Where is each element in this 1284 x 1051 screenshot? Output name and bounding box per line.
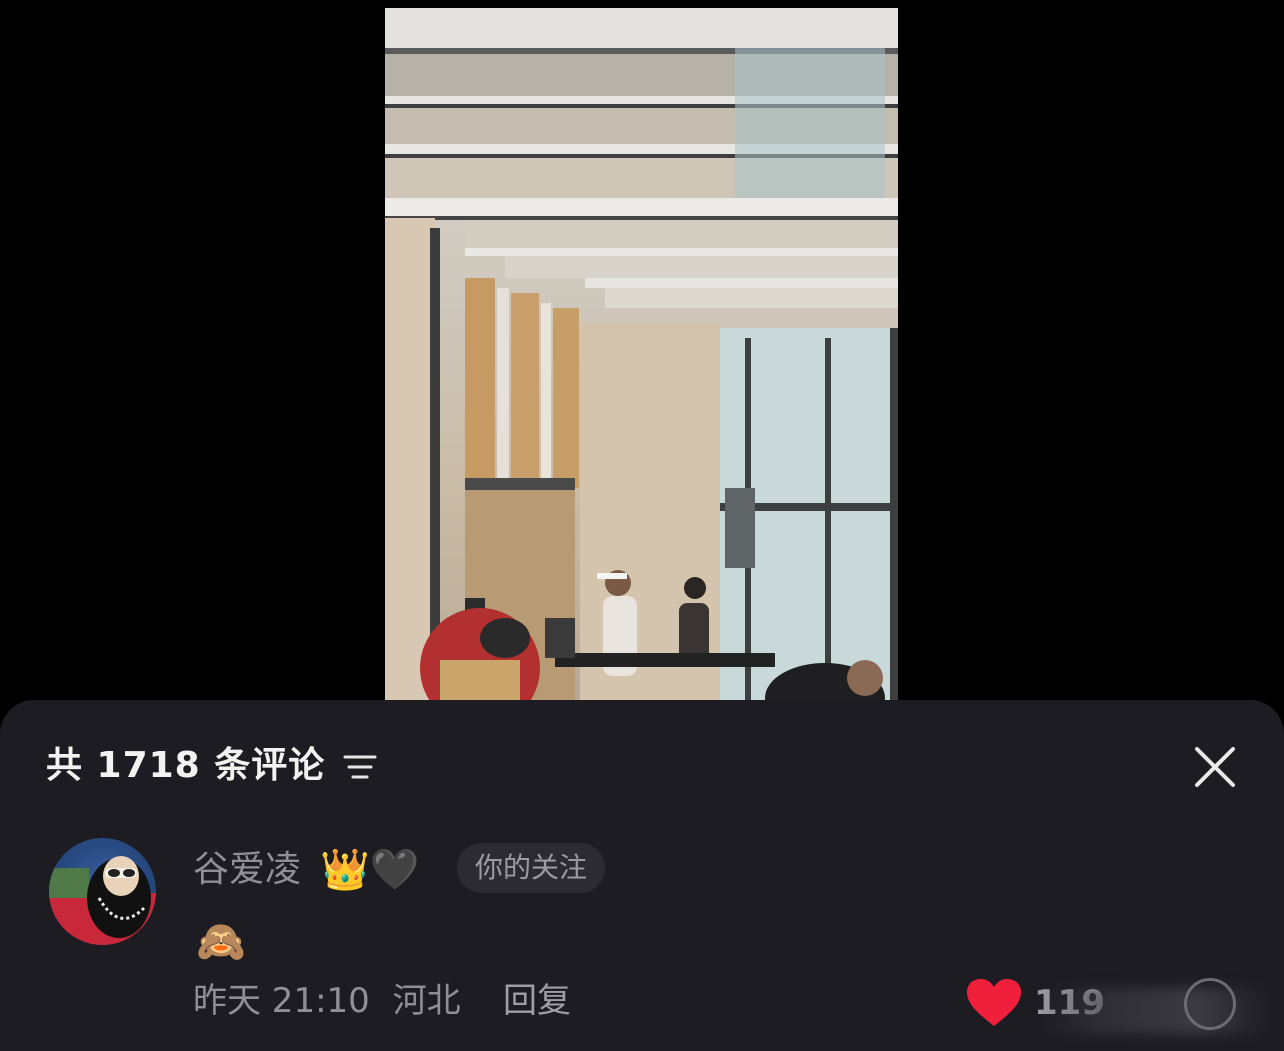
video-player[interactable] [0,0,1284,700]
crown-heart-badges: 👑🖤 [320,847,420,893]
comments-count-title: 共 1718 条评论 [46,745,326,786]
more-circle-icon[interactable] [1184,978,1236,1030]
blurred-overlay [1040,988,1270,1034]
video-content-image [385,8,898,700]
following-tag: 你的关注 [457,843,606,893]
close-x-icon[interactable] [1188,740,1242,794]
comment-username[interactable]: 谷爱凌 [193,846,301,894]
avatar[interactable] [49,838,156,945]
comment-meta: 昨天 21:10 河北 [193,978,461,1024]
heart-filled-icon[interactable] [966,978,1022,1028]
avatar-image [49,856,156,945]
video-frame[interactable] [385,8,898,700]
comment-text: 🙈 [196,919,246,965]
comment-time: 昨天 21:10 [193,981,370,1021]
filter-lines-icon[interactable] [343,752,377,782]
reply-button[interactable]: 回复 [503,978,571,1024]
comment-location: 河北 [392,981,461,1021]
